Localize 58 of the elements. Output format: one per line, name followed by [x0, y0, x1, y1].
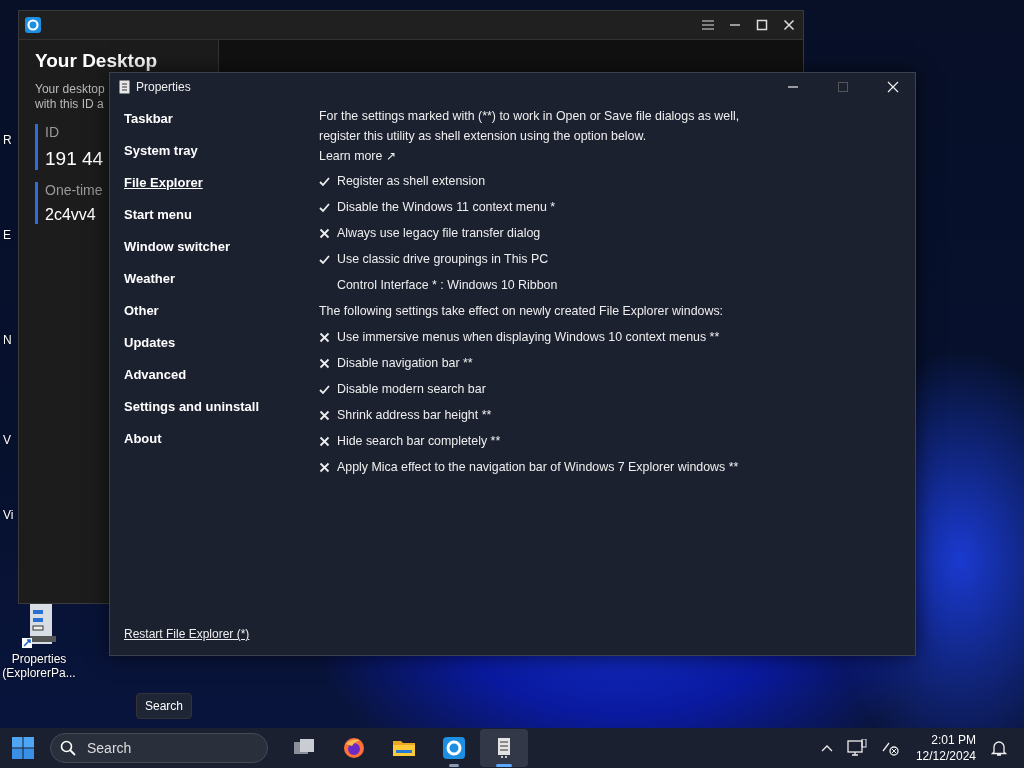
- desktop-shortcut[interactable]: Properties (ExplorerPa...: [2, 604, 76, 680]
- menu-icon[interactable]: [702, 20, 714, 30]
- monitor-icon[interactable]: [846, 739, 867, 757]
- intro-text: For the settings marked with (**) to work in Open or Save file dialogs as well, register this utility as shell extension using the option below.: [319, 108, 741, 145]
- setting-option[interactable]: Shrink address bar height **: [337, 408, 492, 422]
- setting-option[interactable]: Control Interface * : Windows 10 Ribbon: [337, 278, 558, 292]
- learn-more-link[interactable]: Learn more ↗: [319, 146, 396, 166]
- section-note: The following settings take effect on newly created File Explorer windows:: [319, 304, 724, 318]
- id-value: 191 44: [45, 148, 104, 170]
- panel-text: Your desktop: [35, 82, 105, 97]
- panel-title: Your Desktop: [35, 50, 159, 72]
- desktop-icon-label[interactable]: V: [3, 433, 11, 447]
- sidebar-item[interactable]: Taskbar: [124, 103, 173, 135]
- desktop-icon-label[interactable]: E: [3, 228, 11, 242]
- id-label: ID: [45, 124, 59, 140]
- sidebar-item[interactable]: Advanced: [124, 359, 187, 391]
- sidebar-item[interactable]: Other: [124, 295, 159, 327]
- clock-time[interactable]: 2:01 PM: [931, 732, 976, 748]
- password-value: 2c4vv4: [45, 206, 96, 224]
- setting-option[interactable]: Hide search bar completely **: [337, 434, 501, 448]
- close-icon[interactable]: [783, 19, 795, 31]
- sidebar-item[interactable]: Window switcher: [124, 231, 231, 263]
- ring-logo-icon: [25, 17, 41, 33]
- restart-link[interactable]: Restart File Explorer (*): [124, 627, 250, 641]
- setting-option[interactable]: Always use legacy file transfer dialog: [337, 226, 541, 240]
- start-icon[interactable]: [12, 737, 34, 759]
- panel-text: with this ID a: [35, 97, 104, 112]
- desktop-icon-label[interactable]: Vi: [3, 508, 14, 522]
- browser-icon: [342, 736, 366, 760]
- close-icon[interactable]: [887, 81, 899, 93]
- setting-option[interactable]: Disable navigation bar **: [337, 356, 473, 370]
- sidebar-item[interactable]: Weather: [124, 263, 176, 295]
- document-icon: [119, 80, 130, 94]
- sidebar-item[interactable]: Updates: [124, 327, 176, 359]
- window-title: Properties: [136, 80, 191, 94]
- search-icon: [60, 740, 76, 756]
- ring-logo-icon: [442, 736, 466, 760]
- chevron-up-icon[interactable]: [820, 744, 833, 752]
- setting-option[interactable]: Use classic drive groupings in This PC: [337, 252, 549, 266]
- bell-icon[interactable]: [991, 739, 1007, 757]
- clock-date[interactable]: 12/12/2024: [915, 748, 976, 764]
- sidebar-item[interactable]: Start menu: [124, 199, 192, 231]
- desktop-icon-label[interactable]: R: [3, 133, 12, 147]
- taskbar-app[interactable]: [480, 729, 528, 767]
- sidebar-item[interactable]: System tray: [124, 135, 198, 167]
- setting-option[interactable]: Apply Mica effect to the navigation bar of Windows 7 Explorer windows **: [337, 460, 739, 474]
- password-label: One-time: [45, 182, 103, 198]
- setting-option[interactable]: Disable modern search bar: [337, 382, 486, 396]
- setting-option[interactable]: Disable the Windows 11 context menu *: [337, 200, 556, 214]
- setting-option[interactable]: Use immersive menus when displaying Windows 10 context menus **: [337, 330, 720, 344]
- setting-option[interactable]: Register as shell extension: [337, 174, 486, 188]
- sidebar-item[interactable]: File Explorer: [124, 167, 203, 199]
- search-field[interactable]: Search: [50, 733, 268, 763]
- shortcut-label: Properties (ExplorerPa...: [2, 652, 76, 680]
- sidebar-item[interactable]: About: [124, 423, 162, 455]
- desktop-icon-label[interactable]: N: [3, 333, 12, 347]
- tooltip: Search: [136, 693, 193, 719]
- sidebar-item[interactable]: Settings and uninstall: [124, 391, 260, 423]
